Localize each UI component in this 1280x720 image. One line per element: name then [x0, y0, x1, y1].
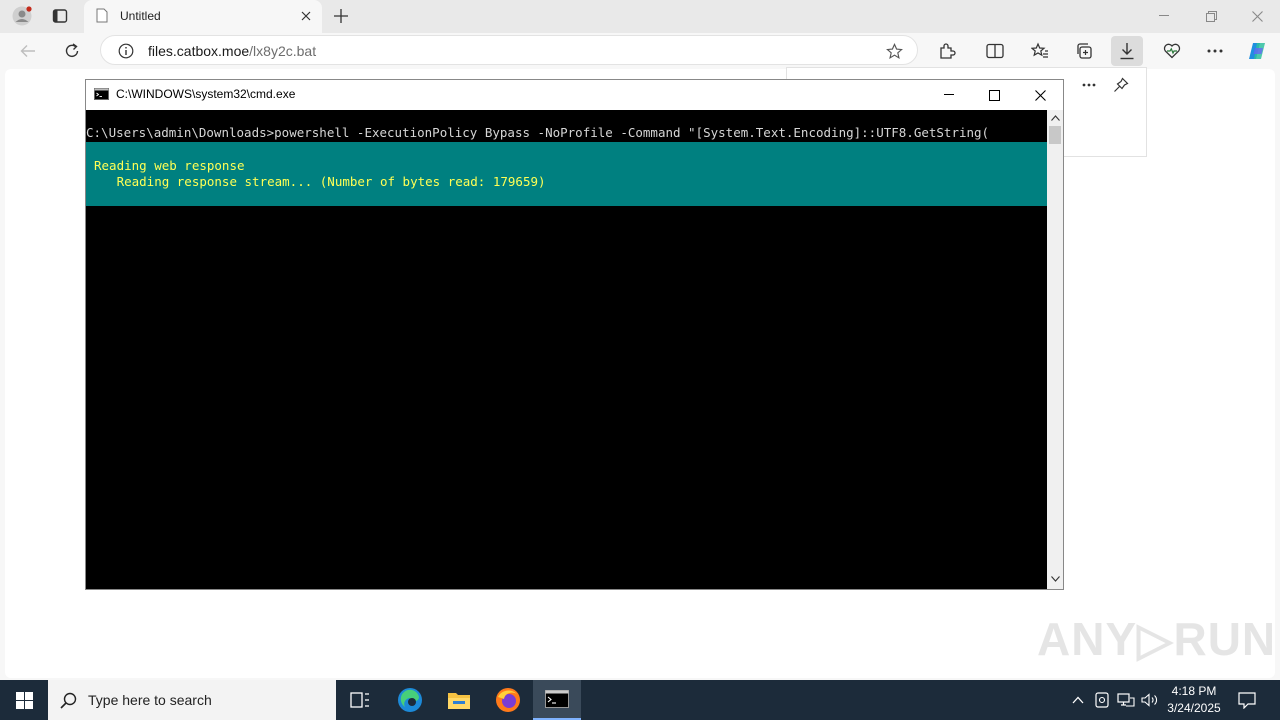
scroll-up-icon[interactable] [1049, 112, 1061, 124]
url-path: /lx8y2c.bat [249, 43, 317, 59]
close-tab-icon[interactable] [298, 8, 314, 24]
copilot-icon[interactable] [1242, 36, 1274, 66]
cmd-window-title: C:\WINDOWS\system32\cmd.exe [116, 87, 296, 101]
notifications-icon[interactable] [1234, 688, 1260, 712]
browser-essentials-icon[interactable] [1156, 36, 1188, 66]
start-windows-icon[interactable] [0, 680, 48, 720]
scroll-down-icon[interactable] [1049, 573, 1061, 585]
powershell-progress-bar: Reading web response Reading response st… [86, 142, 1047, 206]
file-explorer-icon[interactable] [435, 680, 483, 720]
extensions-icon[interactable] [931, 36, 963, 66]
clock-time: 4:18 PM [1171, 684, 1217, 698]
refresh-icon[interactable] [56, 36, 88, 66]
cmd-scrollbar[interactable] [1047, 110, 1063, 589]
minimize-window-icon[interactable] [1152, 4, 1176, 28]
browser-tab-strip: Untitled [0, 0, 1280, 33]
browser-toolbar: files.catbox.moe/lx8y2c.bat [0, 33, 1280, 69]
clock-date: 3/24/2025 [1167, 701, 1221, 715]
cmd-window[interactable]: C:\WINDOWS\system32\cmd.exe C:\Users\adm… [85, 79, 1064, 590]
browser-tab[interactable]: Untitled [84, 0, 322, 33]
favorite-star-icon[interactable] [883, 41, 905, 61]
taskbar: Type here to search 4:18 PM 3/24/2025 [0, 680, 1280, 720]
url-host: files.catbox.moe [148, 43, 250, 59]
url-text: files.catbox.moe/lx8y2c.bat [148, 43, 316, 59]
cmd-close-icon[interactable] [1027, 84, 1053, 106]
network-icon[interactable] [1116, 690, 1136, 710]
close-window-icon[interactable] [1245, 4, 1269, 28]
downloads-more-icon[interactable] [1075, 72, 1103, 98]
new-tab-icon[interactable] [329, 4, 353, 28]
pin-icon[interactable] [1107, 72, 1135, 98]
watermark-logo: ANY▷RUN [1037, 613, 1277, 665]
device-icon[interactable] [1092, 690, 1112, 710]
more-options-icon[interactable] [1199, 36, 1231, 66]
favorites-icon[interactable] [1024, 36, 1056, 66]
search-placeholder: Type here to search [88, 692, 212, 708]
edge-browser-icon[interactable] [386, 680, 434, 720]
progress-activity: Reading web response [94, 158, 245, 173]
cmd-console[interactable]: C:\Users\admin\Downloads>powershell -Exe… [86, 110, 1047, 589]
address-bar[interactable]: files.catbox.moe/lx8y2c.bat [100, 35, 918, 65]
restore-window-icon[interactable] [1199, 4, 1223, 28]
split-screen-icon[interactable] [979, 36, 1011, 66]
system-clock[interactable]: 4:18 PM 3/24/2025 [1164, 683, 1224, 717]
site-info-icon[interactable] [117, 42, 135, 60]
search-icon [60, 692, 77, 712]
taskbar-search-box[interactable]: Type here to search [48, 680, 336, 720]
volume-icon[interactable] [1140, 690, 1160, 710]
cmd-taskbar-icon[interactable] [533, 680, 581, 720]
collections-icon[interactable] [1068, 36, 1100, 66]
back-icon[interactable] [12, 36, 44, 66]
tab-actions-icon[interactable] [46, 4, 74, 28]
firefox-icon[interactable] [484, 680, 532, 720]
cmd-minimize-icon[interactable] [936, 84, 962, 106]
chevron-up-icon[interactable] [1068, 690, 1088, 710]
cmd-command-line: C:\Users\admin\Downloads>powershell -Exe… [86, 125, 990, 140]
tab-title: Untitled [120, 9, 161, 23]
cmd-app-icon [94, 88, 109, 103]
page-icon [96, 8, 108, 26]
downloads-icon[interactable] [1111, 36, 1143, 66]
progress-status: Reading response stream... (Number of by… [94, 174, 546, 189]
scroll-thumb[interactable] [1049, 126, 1061, 144]
task-view-icon[interactable] [336, 680, 384, 720]
profile-avatar-icon[interactable] [8, 4, 36, 28]
cmd-maximize-icon[interactable] [981, 84, 1007, 106]
